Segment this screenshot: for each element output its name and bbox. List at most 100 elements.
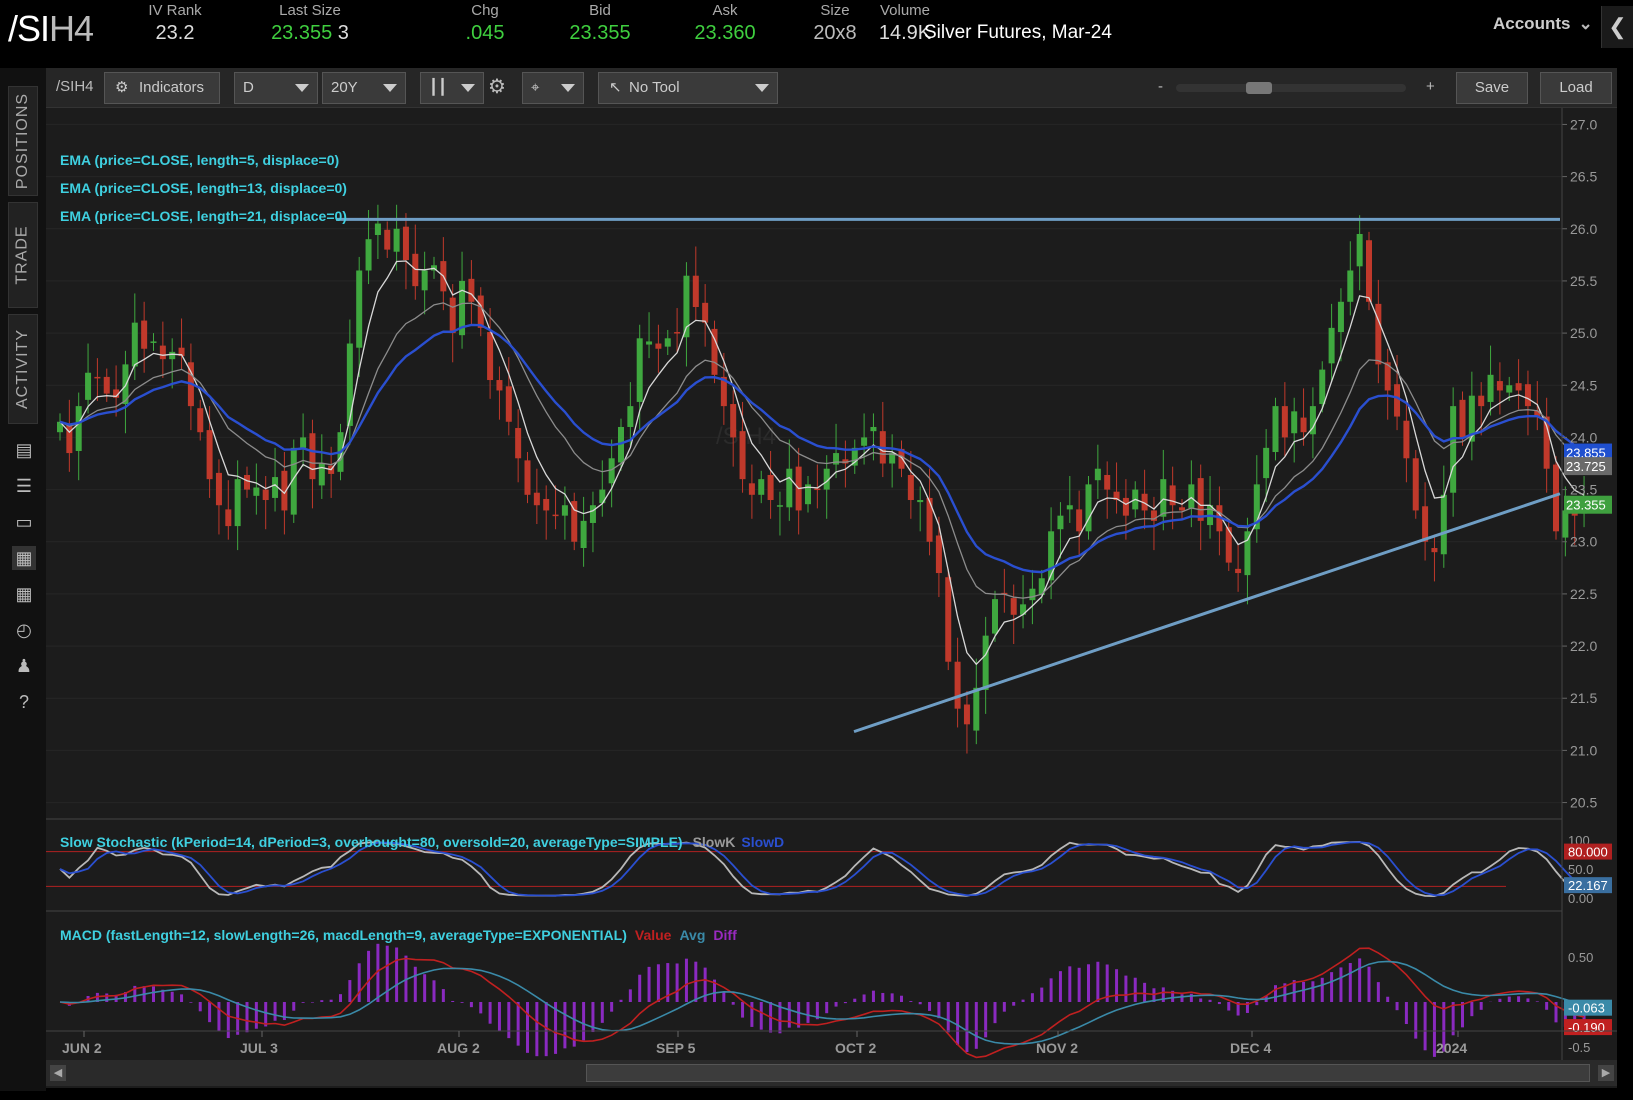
y-tick-label: 21.0 bbox=[1570, 742, 1597, 758]
drawing-tool-select[interactable]: ↖ No Tool bbox=[598, 72, 778, 104]
instrument-description: Silver Futures, Mar-24 bbox=[924, 22, 1112, 43]
history-icon[interactable]: ◴ bbox=[12, 618, 36, 642]
chart-style-select[interactable]: ┃┃ bbox=[420, 72, 484, 104]
price-badge-text: 23.355 bbox=[1566, 498, 1606, 513]
candle-body bbox=[636, 338, 643, 402]
candle-body bbox=[1356, 233, 1363, 267]
candles-icon: ┃┃ bbox=[429, 79, 448, 96]
quote-label: Volume bbox=[879, 2, 931, 19]
price-chart-svg[interactable]: /SIH4 27.026.526.025.525.024.524.023.523… bbox=[46, 108, 1617, 1100]
stoch-axis-label: 0.00 bbox=[1568, 891, 1593, 906]
candle-body bbox=[1300, 417, 1307, 433]
candle-body bbox=[309, 433, 316, 480]
candle-body bbox=[206, 430, 213, 480]
x-tick-label: JUL 3 bbox=[240, 1040, 278, 1056]
macd-axis-label: -0.063 bbox=[1568, 1001, 1605, 1016]
x-tick-label: JUN 2 bbox=[62, 1040, 102, 1056]
tab-positions-label: POSITIONS bbox=[14, 92, 31, 190]
accounts-menu[interactable]: Accounts ⌄ bbox=[1493, 14, 1593, 34]
tab-positions[interactable]: POSITIONS bbox=[8, 86, 38, 196]
save-button[interactable]: Save bbox=[1456, 72, 1528, 104]
indicators-button[interactable]: ⚙ Indicators bbox=[104, 72, 220, 104]
candle-body bbox=[1272, 406, 1279, 453]
stochastic-params: Slow Stochastic (kPeriod=14, dPeriod=3, … bbox=[60, 834, 683, 850]
candle-body bbox=[300, 437, 307, 448]
grid-icon[interactable]: ▦ bbox=[12, 582, 36, 606]
caret-down-icon bbox=[461, 84, 475, 92]
y-tick-label: 25.0 bbox=[1570, 325, 1597, 341]
candle-body bbox=[159, 345, 166, 360]
monitor-icon[interactable]: ▤ bbox=[12, 438, 36, 462]
tab-trade[interactable]: TRADE bbox=[8, 202, 38, 308]
drawing-style-select[interactable]: ⌖ bbox=[522, 72, 584, 104]
candle-body bbox=[861, 437, 868, 446]
list-icon[interactable]: ☰ bbox=[12, 474, 36, 498]
symbol-root: /SI bbox=[8, 8, 50, 49]
candle-body bbox=[1244, 531, 1251, 576]
candle-body bbox=[346, 343, 353, 426]
candle-body bbox=[674, 332, 681, 334]
quote-field: Ask 23.360 bbox=[675, 2, 775, 45]
candle-body bbox=[1450, 406, 1457, 493]
quote-header: /SIH4 IV Rank 23.2 Last Size 23.355 3 Chg .04… bbox=[0, 0, 1633, 68]
quote-value: 23.355 bbox=[569, 22, 631, 44]
caret-down-icon bbox=[561, 84, 575, 92]
candle-body bbox=[1459, 399, 1466, 438]
range-select[interactable]: 20Y bbox=[322, 72, 406, 104]
quote-value: .045 bbox=[465, 22, 505, 44]
candle-body bbox=[1496, 381, 1503, 391]
zoom-in-button[interactable]: + bbox=[1426, 78, 1435, 95]
candle-body bbox=[655, 343, 662, 349]
candle-body bbox=[917, 500, 924, 503]
candle-body bbox=[1122, 497, 1129, 516]
y-tick-label: 26.0 bbox=[1570, 221, 1597, 237]
macd-axis-label: 0.50 bbox=[1568, 950, 1593, 965]
symbol-title[interactable]: /SIH4 bbox=[8, 8, 94, 50]
settings-gear-icon[interactable]: ⚙ bbox=[488, 74, 506, 99]
caret-down-icon bbox=[755, 84, 769, 92]
scroll-left-icon[interactable]: ◀ bbox=[50, 1065, 66, 1081]
tab-activity[interactable]: ACTIVITY bbox=[8, 314, 38, 424]
candle-body bbox=[1553, 464, 1559, 532]
candle-body bbox=[103, 376, 110, 394]
candle-body bbox=[1328, 327, 1335, 364]
caret-down-icon bbox=[295, 84, 309, 92]
candle-body bbox=[1524, 384, 1531, 407]
x-tick-label: OCT 2 bbox=[835, 1040, 876, 1056]
candle-body bbox=[543, 498, 550, 511]
y-tick-label: 24.5 bbox=[1570, 377, 1597, 393]
macd-axis: 0.50 -0.063 -0.190 -0.5 bbox=[1564, 950, 1612, 1055]
candle-body bbox=[85, 372, 92, 400]
macd-axis-label: -0.5 bbox=[1568, 1040, 1590, 1055]
candle-body bbox=[1197, 478, 1204, 521]
horizontal-scrollbar[interactable]: ◀ ▶ bbox=[46, 1060, 1617, 1086]
candle-body bbox=[1094, 468, 1101, 481]
candle-body bbox=[1076, 509, 1083, 532]
scroll-right-icon[interactable]: ▶ bbox=[1598, 1065, 1614, 1081]
candle-body bbox=[141, 320, 148, 349]
tv-icon[interactable]: ▭ bbox=[12, 510, 36, 534]
candle-body bbox=[1412, 458, 1419, 511]
range-value: 20Y bbox=[331, 79, 358, 96]
chart-icon[interactable]: ▦ bbox=[12, 546, 36, 570]
load-button[interactable]: Load bbox=[1540, 72, 1612, 104]
scrollbar-thumb[interactable] bbox=[586, 1064, 1590, 1082]
y-tick-label: 22.0 bbox=[1570, 638, 1597, 654]
candle-body bbox=[1515, 383, 1522, 391]
y-tick-label: 20.5 bbox=[1570, 795, 1597, 811]
zoom-out-button[interactable]: - bbox=[1158, 78, 1163, 95]
quote-field: Bid 23.355 bbox=[550, 2, 650, 45]
interval-select[interactable]: D bbox=[234, 72, 318, 104]
zoom-slider-handle[interactable] bbox=[1246, 82, 1272, 94]
y-tick-label: 27.0 bbox=[1570, 116, 1597, 132]
candle-body bbox=[374, 223, 381, 236]
candle-body bbox=[739, 431, 746, 480]
help-icon[interactable]: ? bbox=[12, 690, 36, 714]
people-icon[interactable]: ♟ bbox=[12, 654, 36, 678]
collapse-arrow-icon[interactable]: ❮ bbox=[1601, 6, 1633, 48]
stoch-axis-label: 50.0 bbox=[1568, 862, 1593, 877]
candle-body bbox=[1291, 411, 1298, 434]
candle-body bbox=[1375, 303, 1382, 365]
zoom-slider[interactable] bbox=[1176, 84, 1406, 92]
macd-value-legend: Value bbox=[635, 927, 672, 943]
